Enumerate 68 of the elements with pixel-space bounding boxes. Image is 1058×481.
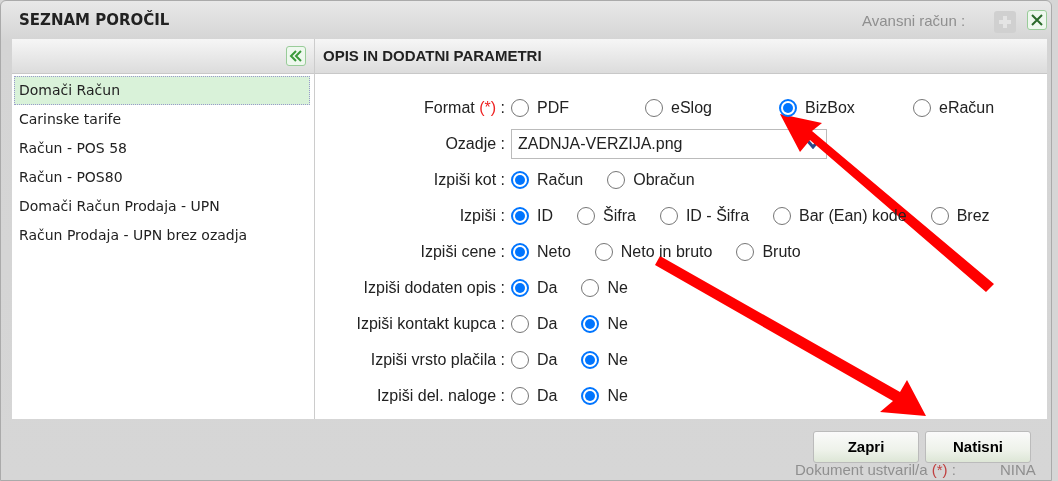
field-label: Izpiši :	[458, 206, 506, 226]
option-label: Ne	[607, 278, 628, 298]
dialog-button[interactable]: Zapri	[813, 431, 919, 463]
option-label: Da	[537, 350, 558, 370]
radio-button[interactable]	[581, 315, 600, 333]
radio-button[interactable]	[645, 99, 663, 117]
option-label: Da	[537, 278, 558, 298]
field-label: Izpiši del. naloge :	[375, 386, 506, 406]
radio-button[interactable]	[577, 207, 595, 225]
option-label: Da	[537, 386, 558, 406]
collapse-button[interactable]	[286, 46, 306, 66]
option-label: Neto	[537, 242, 571, 262]
field-label: Izpiši cene :	[419, 242, 506, 262]
radio-button[interactable]	[594, 243, 613, 261]
field-label: Izpiši kot :	[432, 170, 506, 190]
option-label: Brez	[956, 206, 990, 226]
option-label: PDF	[537, 98, 569, 118]
background-value: NINA	[1000, 461, 1036, 479]
report-list-item[interactable]: Carinske tarife	[14, 105, 310, 134]
option-label: Obračun	[633, 170, 695, 190]
radio-button[interactable]	[581, 351, 600, 369]
option-label: Da	[537, 314, 558, 334]
radio-button[interactable]	[511, 171, 529, 189]
option-label: Šifra	[603, 205, 636, 226]
report-list-item[interactable]: Račun Prodaja - UPN brez ozadja	[14, 221, 310, 250]
radio-button[interactable]	[736, 243, 755, 261]
radio-button[interactable]	[511, 387, 529, 405]
option-label: Ne	[607, 386, 628, 406]
field-label: Izpiši kontakt kupca :	[355, 314, 506, 334]
radio-button[interactable]	[581, 279, 600, 297]
option-label: Ne	[607, 314, 628, 334]
radio-button[interactable]	[913, 99, 931, 117]
window-title: SEZNAM POROČIL	[19, 9, 170, 31]
option-label: Bruto	[762, 242, 801, 262]
option-label: Neto in bruto	[620, 242, 713, 262]
radio-button[interactable]	[511, 207, 529, 225]
radio-button[interactable]	[607, 171, 626, 189]
report-list-item[interactable]: Domači Račun	[14, 76, 310, 105]
radio-button[interactable]	[511, 279, 529, 297]
option-label: eRačun	[939, 98, 995, 118]
radio-button[interactable]	[581, 387, 600, 405]
option-label: BizBox	[805, 98, 855, 118]
field-label: Format (*) :	[423, 98, 506, 118]
option-label: ID	[537, 206, 553, 226]
background-label: Avansni račun :	[862, 11, 966, 31]
option-label: Ne	[607, 350, 628, 370]
radio-button[interactable]	[511, 315, 529, 333]
panel-title: OPIS IN DODATNI PARAMETRI	[322, 45, 542, 66]
close-button[interactable]	[1027, 10, 1047, 30]
field-label: Ozadje :	[444, 134, 506, 154]
report-list-item[interactable]: Račun - POS 58	[14, 134, 310, 163]
background-select[interactable]: ZADNJA-VERZIJA.png	[511, 129, 827, 159]
option-label: Račun	[537, 170, 584, 190]
radio-button[interactable]	[773, 207, 792, 225]
field-label: Izpiši vrsto plačila :	[369, 350, 506, 370]
radio-button[interactable]	[779, 99, 797, 117]
option-label: ID - Šifra	[685, 205, 750, 226]
radio-button[interactable]	[659, 207, 678, 225]
radio-button[interactable]	[511, 351, 529, 369]
report-list-item[interactable]: Račun - POS80	[14, 163, 310, 192]
radio-button[interactable]	[930, 207, 949, 225]
background-label: Dokument ustvaril/a (*) :	[795, 461, 956, 479]
radio-button[interactable]	[511, 99, 529, 117]
report-list-item[interactable]: Domači Račun Prodaja - UPN	[14, 192, 310, 221]
radio-button[interactable]	[511, 243, 529, 261]
dialog-button[interactable]: Natisni	[925, 431, 1031, 463]
field-label: Izpiši dodaten opis :	[362, 278, 506, 298]
option-label: eSlog	[671, 98, 712, 118]
